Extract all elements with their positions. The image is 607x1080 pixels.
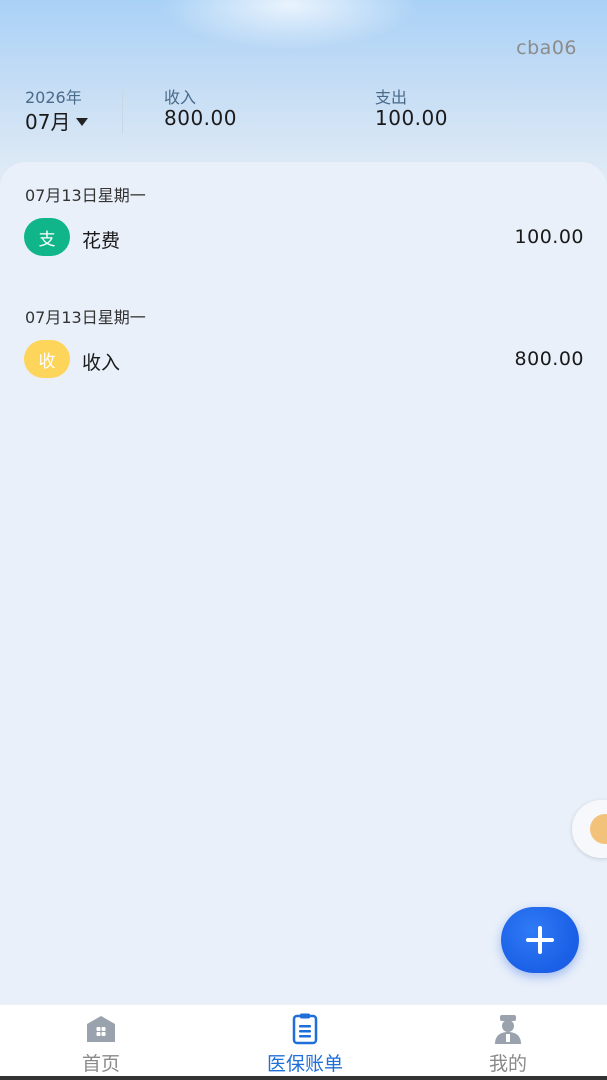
- caret-down-icon: [76, 117, 89, 126]
- year-label: 2026年: [25, 88, 82, 107]
- user-icon: [495, 1015, 521, 1044]
- entry-amount: 800.00: [514, 348, 584, 370]
- list-item-income[interactable]: 收 收入 800.00: [0, 340, 607, 384]
- app-page: cba06 2026年 07月 收入 800.00 支出 100.00 07月1…: [0, 0, 607, 1080]
- income-label: 收入: [164, 88, 197, 107]
- list-item-expense[interactable]: 支 花费 100.00: [0, 218, 607, 262]
- tab-label: 首页: [81, 1053, 120, 1075]
- month-summary: 2026年 07月 收入 800.00 支出 100.00: [0, 82, 607, 142]
- tab-mine[interactable]: 我的: [438, 1005, 578, 1080]
- entry-name: 收入: [82, 352, 121, 374]
- entries-list: 07月13日星期一 支 花费 100.00 07月13日星期一 收 收入 800…: [0, 162, 607, 1004]
- system-nav-strip: [0, 1076, 607, 1080]
- tab-label: 我的: [488, 1053, 527, 1075]
- entry-name: 花费: [82, 230, 121, 252]
- expense-badge: 支: [24, 218, 70, 256]
- tab-label: 医保账单: [266, 1053, 343, 1075]
- entry-date: 07月13日星期一: [25, 308, 146, 327]
- home-icon: [87, 1016, 115, 1042]
- summary-divider: [122, 90, 123, 134]
- username-label: cba06: [516, 37, 577, 59]
- month-selector[interactable]: 07月: [25, 106, 89, 135]
- tab-home[interactable]: 首页: [31, 1005, 171, 1080]
- expense-label: 支出: [375, 88, 408, 107]
- expense-total: 100.00: [375, 106, 448, 130]
- income-badge: 收: [24, 340, 70, 378]
- clipboard-icon: [292, 1013, 318, 1045]
- entry-date: 07月13日星期一: [25, 186, 146, 205]
- add-entry-button[interactable]: [501, 907, 579, 973]
- income-total: 800.00: [164, 106, 237, 130]
- tab-medical-bill[interactable]: 医保账单: [235, 1005, 375, 1080]
- month-label: 07月: [25, 110, 71, 134]
- assistant-icon: [590, 814, 607, 844]
- bottom-tab-bar: 首页 医保账单 我的: [0, 1004, 607, 1080]
- entry-amount: 100.00: [514, 226, 584, 248]
- plus-icon: [526, 926, 554, 954]
